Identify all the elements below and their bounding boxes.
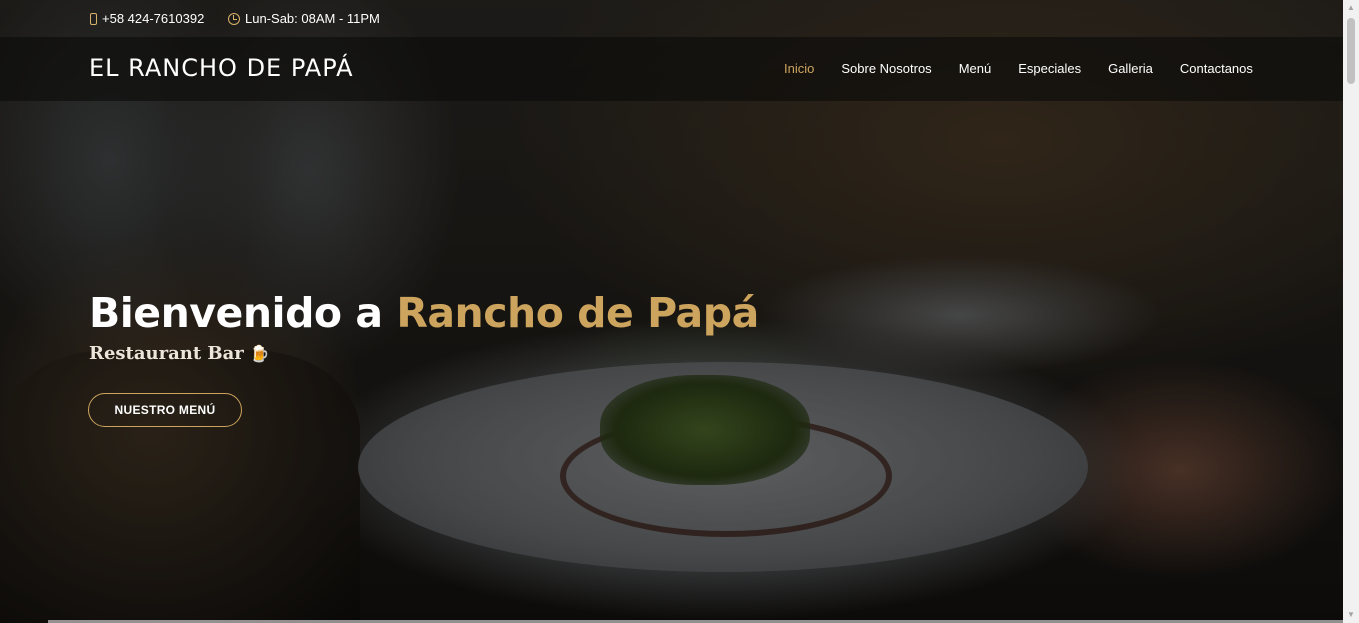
nav-item-galleria[interactable]: Galleria: [1108, 61, 1153, 76]
beer-icon: 🍺: [249, 344, 270, 363]
top-info-bar: +58 424-7610392 Lun-Sab: 08AM - 11PM: [0, 0, 1343, 37]
hero-headline: Bienvenido a Rancho de Papá: [89, 289, 759, 337]
mobile-phone-icon: [90, 12, 97, 25]
main-header: EL RANCHO DE PAPÁ Inicio Sobre Nosotros …: [0, 37, 1343, 101]
nav-item-inicio[interactable]: Inicio: [784, 61, 814, 76]
nav-item-contactanos[interactable]: Contactanos: [1180, 61, 1253, 76]
clock-icon: [228, 12, 240, 25]
our-menu-button[interactable]: NUESTRO MENÚ: [88, 393, 242, 427]
hours-info: Lun-Sab: 08AM - 11PM: [228, 11, 380, 26]
subtitle-text: Restaurant Bar: [89, 343, 244, 364]
phone-number: +58 424-7610392: [102, 11, 205, 26]
hero-subtitle: Restaurant Bar 🍺: [89, 343, 270, 364]
scroll-down-arrow-icon[interactable]: ▼: [1343, 607, 1359, 623]
nav-item-sobre-nosotros[interactable]: Sobre Nosotros: [841, 61, 931, 76]
scroll-up-arrow-icon[interactable]: ▲: [1343, 0, 1359, 16]
scrollbar-thumb[interactable]: [1347, 18, 1355, 84]
page-scrollbar[interactable]: ▲ ▼: [1343, 0, 1359, 623]
main-nav: Inicio Sobre Nosotros Menú Especiales Ga…: [784, 61, 1280, 76]
nav-item-especiales[interactable]: Especiales: [1018, 61, 1081, 76]
nav-item-menu[interactable]: Menú: [959, 61, 992, 76]
site-logo[interactable]: EL RANCHO DE PAPÁ: [89, 54, 354, 82]
headline-accent: Rancho de Papá: [396, 289, 759, 337]
headline-prefix: Bienvenido a: [89, 289, 397, 337]
phone-info: +58 424-7610392: [90, 11, 204, 26]
opening-hours: Lun-Sab: 08AM - 11PM: [245, 11, 380, 26]
